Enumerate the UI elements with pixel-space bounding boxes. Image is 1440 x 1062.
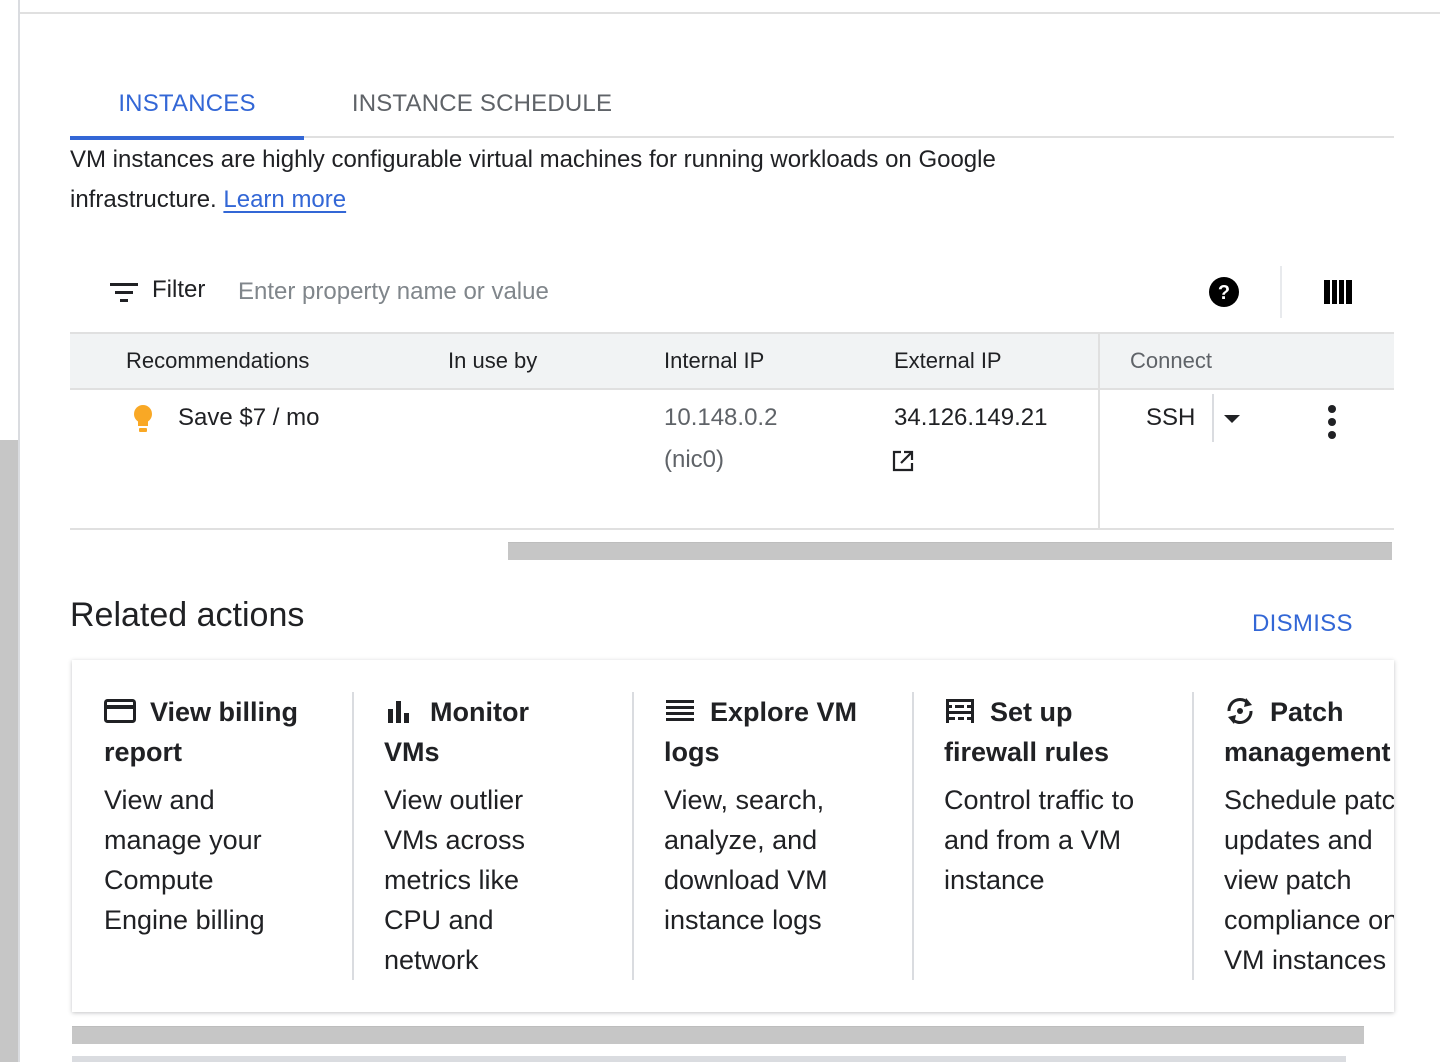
learn-more-link[interactable]: Learn more [223,186,346,213]
instances-table: Recommendations In use by Internal IP Ex… [70,332,1394,530]
header-in-use-by[interactable]: In use by [448,348,537,374]
bar-chart-icon [388,701,409,723]
header-internal-ip[interactable]: Internal IP [664,348,764,374]
card-title-line2: VMs [384,737,440,767]
card-title-line1: Set up [990,697,1073,727]
card-title-line1: View billing [150,697,299,727]
card-description: View and manage your Compute Engine bill… [104,785,265,935]
columns-icon[interactable] [1324,280,1352,304]
card-title[interactable]: View billing report [104,692,334,772]
firewall-icon [946,699,974,723]
card-title[interactable]: Patch management [1224,692,1394,772]
filter-bar: Filter ? [70,262,1394,322]
table-row: Save $7 / mo 10.148.0.2 (nic0) 34.126.14… [70,390,1394,530]
card-set-up-firewall-rules[interactable]: Set up firewall rules Control traffic to… [912,660,1192,1012]
page-description: VM instances are highly configurable vir… [70,140,1110,220]
related-actions-title: Related actions [70,596,305,634]
card-title[interactable]: Explore VM logs [664,692,894,772]
patch-sync-icon [1227,698,1253,724]
recommendation-link[interactable]: Save $7 / mo [178,404,319,432]
description-text: VM instances are highly configurable vir… [70,146,996,213]
filter-input[interactable] [236,270,1140,314]
filter-divider [1280,266,1282,318]
bottom-scrollbar-track [72,1056,1346,1062]
internal-ip-value: 10.148.0.2 [664,404,778,431]
card-title[interactable]: Set up firewall rules [944,692,1174,772]
tab-bar: INSTANCES INSTANCE SCHEDULE [70,70,1394,140]
ssh-button[interactable]: SSH [1146,404,1195,432]
external-link-icon[interactable] [892,450,914,472]
filter-icon[interactable] [110,280,138,304]
ssh-dropdown-arrow-icon[interactable] [1222,412,1242,426]
card-description: Schedule patch updates and view patch co… [1224,785,1394,975]
tab-instance-schedule[interactable]: INSTANCE SCHEDULE [330,70,634,138]
table-header: Recommendations In use by Internal IP Ex… [70,332,1394,390]
card-explore-vm-logs[interactable]: Explore VM logs View, search, analyze, a… [632,660,912,1012]
card-title-line2: management [1224,737,1391,767]
top-border [20,12,1440,14]
card-title-line2: report [104,737,183,767]
card-description: Control traffic to and from a VM instanc… [944,785,1135,895]
card-patch-management[interactable]: Patch management Schedule patch updates … [1192,660,1394,1012]
card-title-line1: Monitor [430,697,529,727]
card-title-line2: firewall rules [944,737,1110,767]
svg-text:?: ? [1218,282,1230,304]
external-ip-value: 34.126.149.21 [894,404,1048,431]
card-view-billing-report[interactable]: View billing report View and manage your… [72,660,352,1012]
tab-instances[interactable]: INSTANCES [70,70,304,140]
card-title-line1: Explore VM [710,697,858,727]
cards-horizontal-scrollbar[interactable] [72,1026,1364,1044]
table-horizontal-scrollbar[interactable] [508,542,1392,560]
ssh-divider [1212,394,1214,442]
header-recommendations[interactable]: Recommendations [126,348,309,374]
card-monitor-vms[interactable]: Monitor VMs View outlier VMs across metr… [352,660,632,1012]
internal-nic-value: (nic0) [664,446,725,473]
related-actions-cards: View billing report View and manage your… [72,660,1394,1012]
help-icon[interactable]: ? [1208,276,1240,308]
card-title-line1: Patch [1270,697,1344,727]
logs-list-icon [666,700,694,721]
filter-label: Filter [152,276,206,303]
card-title-line2: logs [664,737,720,767]
card-description: View, search, analyze, and download VM i… [664,785,828,935]
dismiss-button[interactable]: DISMISS [1252,610,1353,638]
card-title[interactable]: Monitor VMs [384,692,614,772]
more-actions-icon[interactable] [1326,404,1338,440]
card-description: View outlier VMs across metrics like CPU… [384,785,526,975]
header-external-ip[interactable]: External IP [894,348,1002,374]
credit-card-icon [104,699,136,723]
header-connect: Connect [1130,348,1212,373]
lightbulb-icon [134,405,152,432]
left-scrollbar[interactable] [0,440,18,1062]
